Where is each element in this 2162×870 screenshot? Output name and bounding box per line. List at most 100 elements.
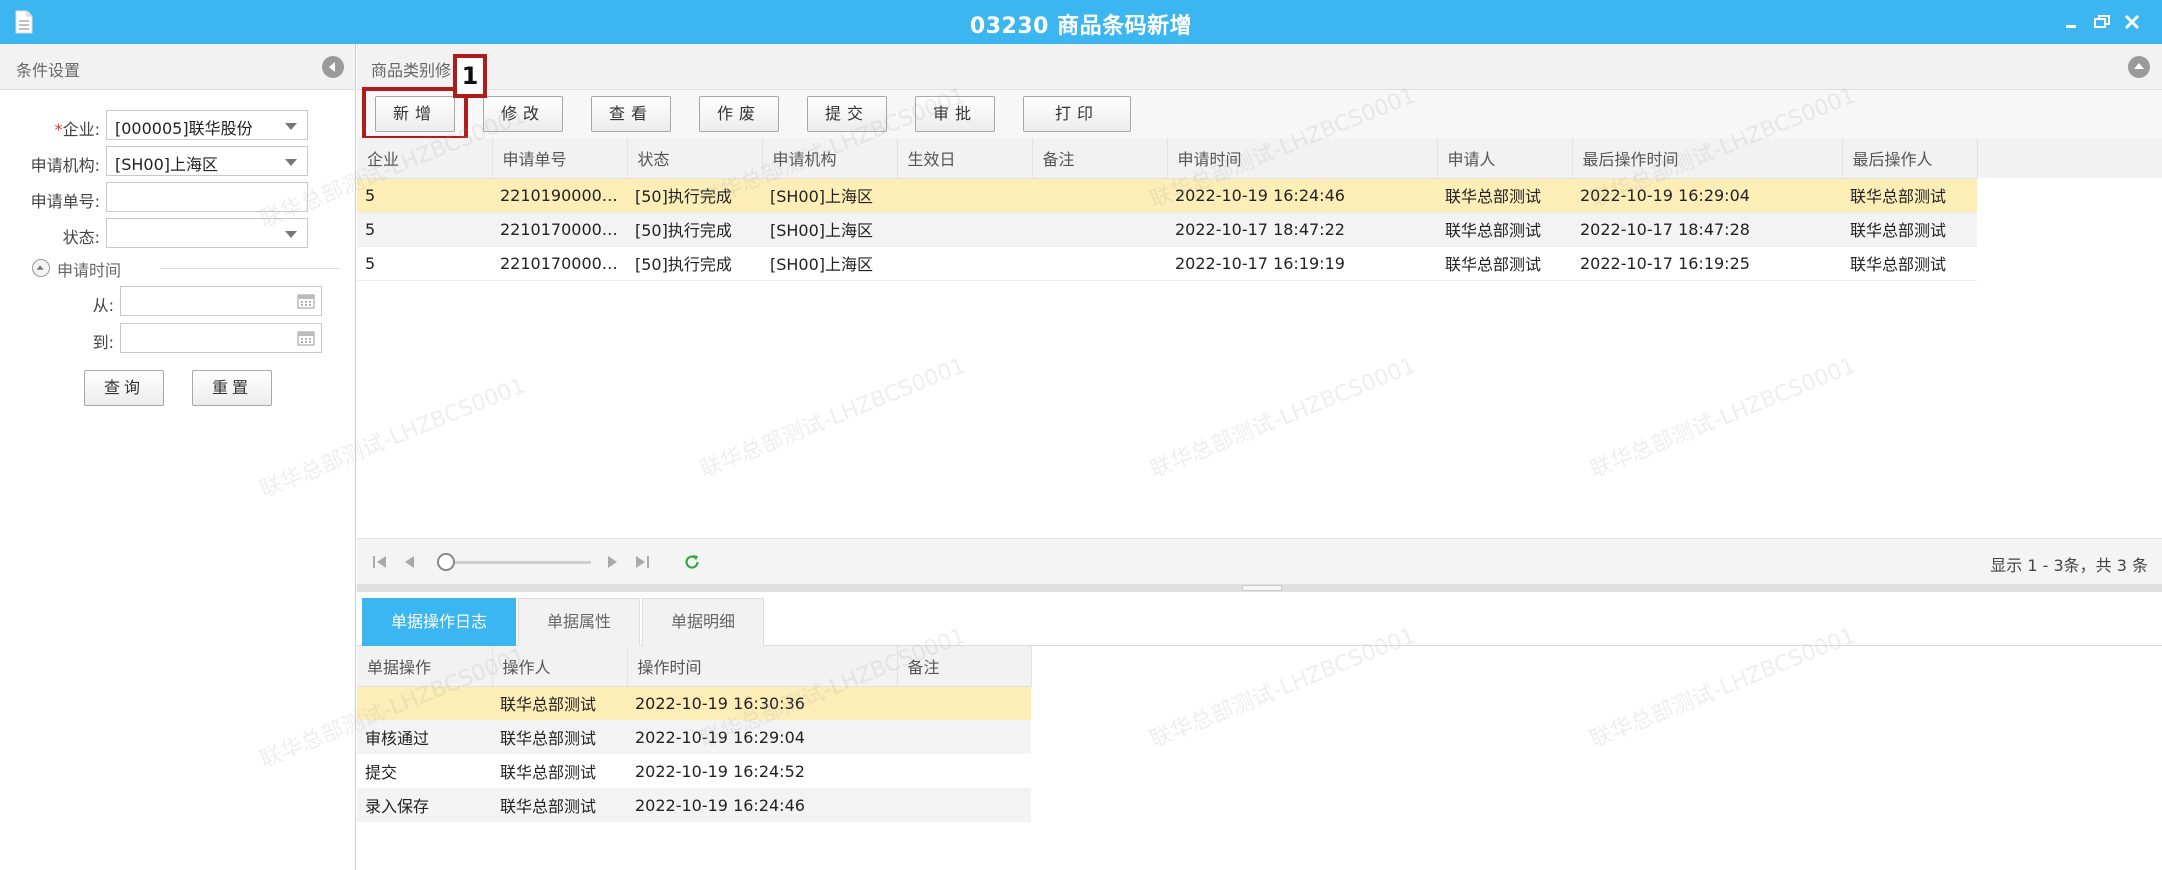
grid-col-header[interactable]: 企业 xyxy=(357,138,493,179)
log-col-header[interactable]: 备注 xyxy=(897,646,1032,687)
table-row[interactable]: 5 22101700000... [50]执行完成 [SH00]上海区 2022… xyxy=(357,246,1977,281)
chevron-down-icon[interactable] xyxy=(285,159,297,166)
list-item[interactable]: 提交 联华总部测试 2022-10-19 16:24:52 xyxy=(357,754,1031,788)
query-button[interactable]: 查询 xyxy=(84,370,164,406)
panel-splitter[interactable] xyxy=(357,584,2162,592)
view-button[interactable]: 查看 xyxy=(591,96,671,132)
close-icon[interactable] xyxy=(2120,10,2144,34)
page-slider-track[interactable] xyxy=(441,561,591,564)
refresh-icon[interactable] xyxy=(683,553,701,571)
list-item[interactable]: 审核通过 联华总部测试 2022-10-19 16:29:04 xyxy=(357,720,1031,754)
grid-header-row: 企业 申请单号 状态 申请机构 生效日 备注 申请时间 申请人 最后操作时间 最… xyxy=(357,138,1978,179)
log-cell: 2022-10-19 16:24:52 xyxy=(635,761,805,781)
next-page-icon[interactable] xyxy=(603,553,621,571)
company-row: *企业: [000005]联华股份 xyxy=(0,110,356,140)
splitter-handle[interactable] xyxy=(1242,585,1282,591)
tab-doc-details[interactable]: 单据明细 xyxy=(642,598,764,646)
date-to-row: 到: xyxy=(0,323,356,353)
list-item[interactable]: 联华总部测试 2022-10-19 16:30:36 xyxy=(357,686,1031,720)
date-from-label: 从: xyxy=(92,296,114,315)
print-button[interactable]: 打印 xyxy=(1023,96,1131,132)
approve-button[interactable]: 审批 xyxy=(915,96,995,132)
add-button[interactable]: 新增 xyxy=(375,96,455,132)
grid-cell: [SH00]上海区 xyxy=(762,178,897,213)
edit-button[interactable]: 修改 xyxy=(483,96,563,132)
grid-cell: [SH00]上海区 xyxy=(762,246,897,281)
apply-grid: 企业 申请单号 状态 申请机构 生效日 备注 申请时间 申请人 最后操作时间 最… xyxy=(357,138,1978,281)
grid-cell: 5 xyxy=(357,178,492,213)
grid-col-header[interactable]: 申请时间 xyxy=(1167,138,1438,179)
grid-col-header[interactable]: 申请单号 xyxy=(492,138,628,179)
table-row[interactable]: 5 22101700000... [50]执行完成 [SH00]上海区 2022… xyxy=(357,212,1977,247)
grid-cell: 22101900000... xyxy=(492,178,627,213)
grid-cell: 联华总部测试 xyxy=(1437,246,1572,281)
filter-panel: 条件设置 *企业: [000005]联华股份 申请机构: [SH00]上海区 申… xyxy=(0,44,356,870)
grid-cell: 联华总部测试 xyxy=(1842,178,1977,213)
chevron-down-icon[interactable] xyxy=(285,123,297,130)
collapse-left-icon[interactable] xyxy=(322,56,344,78)
grid-col-header[interactable]: 申请人 xyxy=(1437,138,1573,179)
date-from-row: 从: xyxy=(0,286,356,316)
log-col-header[interactable]: 操作时间 xyxy=(627,646,898,687)
collapse-group-icon[interactable] xyxy=(32,259,50,277)
grid-cell xyxy=(897,178,1032,213)
apply-no-input[interactable] xyxy=(106,182,308,212)
table-row[interactable]: 5 22101900000... [50]执行完成 [SH00]上海区 2022… xyxy=(357,178,1977,213)
apply-time-group: 申请时间 xyxy=(30,257,340,280)
grid-col-header[interactable]: 状态 xyxy=(627,138,763,179)
collapse-top-icon[interactable] xyxy=(2128,56,2150,78)
group-divider xyxy=(160,268,340,269)
log-cell: 2022-10-19 16:30:36 xyxy=(627,686,897,720)
chevron-down-icon[interactable] xyxy=(285,231,297,238)
grid-col-header[interactable]: 最后操作时间 xyxy=(1572,138,1843,179)
tab-doc-attributes[interactable]: 单据属性 xyxy=(518,598,640,646)
last-page-icon[interactable] xyxy=(633,553,651,571)
reset-button[interactable]: 重置 xyxy=(192,370,272,406)
grid-col-header[interactable]: 备注 xyxy=(1032,138,1168,179)
calendar-icon[interactable] xyxy=(297,293,315,309)
tab-operation-log[interactable]: 单据操作日志 xyxy=(362,598,516,646)
log-cell xyxy=(897,788,1031,822)
calendar-icon[interactable] xyxy=(297,330,315,346)
grid-cell: 2022-10-19 16:29:04 xyxy=(1572,178,1842,213)
minimize-icon[interactable] xyxy=(2060,10,2084,34)
date-to-input[interactable] xyxy=(120,323,322,353)
grid-cell: 联华总部测试 xyxy=(1842,212,1977,247)
prev-page-icon[interactable] xyxy=(401,553,419,571)
page-slider-handle[interactable] xyxy=(437,553,455,571)
list-item[interactable]: 录入保存 联华总部测试 2022-10-19 16:24:46 xyxy=(357,788,1031,822)
title-bar: 03230 商品条码新增 xyxy=(0,0,2162,44)
grid-cell xyxy=(897,246,1032,281)
grid-col-header[interactable]: 最后操作人 xyxy=(1842,138,1978,179)
grid-cell: 2022-10-17 18:47:22 xyxy=(1167,212,1437,247)
submit-button[interactable]: 提交 xyxy=(807,96,887,132)
first-page-icon[interactable] xyxy=(371,553,389,571)
grid-cell: 2022-10-17 18:47:28 xyxy=(1572,212,1842,247)
grid-cell: 5 xyxy=(357,212,492,247)
status-label: 状态: xyxy=(62,228,100,247)
filter-panel-title: 条件设置 xyxy=(16,61,81,80)
operation-log-grid: 单据操作 操作人 操作时间 备注 联华总部测试 2022-10-19 16:30… xyxy=(357,646,1032,822)
company-select[interactable]: [000005]联华股份 xyxy=(106,110,308,140)
org-select[interactable]: [SH00]上海区 xyxy=(106,146,308,176)
main-tab-header: 商品类别修 xyxy=(357,44,2162,90)
grid-col-header[interactable]: 申请机构 xyxy=(762,138,898,179)
log-cell: 联华总部测试 xyxy=(500,763,597,782)
window-title: 03230 商品条码新增 xyxy=(969,14,1193,39)
company-select-value: [000005]联华股份 xyxy=(115,119,253,138)
grid-col-header[interactable]: 生效日 xyxy=(897,138,1033,179)
date-from-input[interactable] xyxy=(120,286,322,316)
restore-icon[interactable] xyxy=(2090,10,2114,34)
log-col-header[interactable]: 单据操作 xyxy=(357,646,493,687)
grid-cell: 2022-10-19 16:24:46 xyxy=(1167,178,1437,213)
tab-category-edit[interactable]: 商品类别修 xyxy=(371,57,451,81)
apply-no-row: 申请单号: xyxy=(0,182,356,212)
void-button[interactable]: 作废 xyxy=(699,96,779,132)
grid-cell xyxy=(897,212,1032,247)
log-col-header[interactable]: 操作人 xyxy=(492,646,628,687)
log-cell: 审核通过 xyxy=(357,720,492,754)
status-row: 状态: xyxy=(0,218,356,248)
log-cell xyxy=(897,720,1031,754)
company-label: *企业: xyxy=(54,120,100,139)
status-select[interactable] xyxy=(106,218,308,248)
